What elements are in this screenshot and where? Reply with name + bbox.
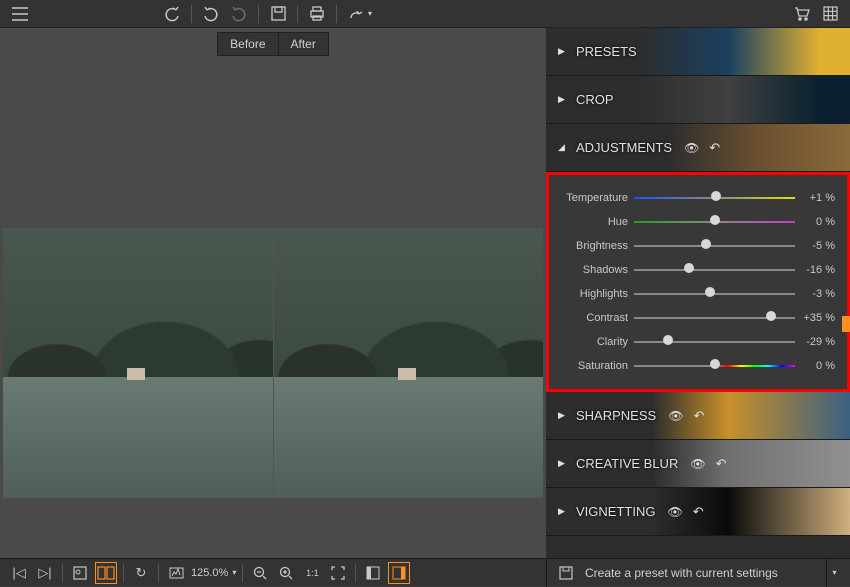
slider-row-contrast: Contrast +35 % (549, 307, 839, 329)
slider-highlights[interactable] (634, 289, 795, 299)
slider-shadows[interactable] (634, 265, 795, 275)
slider-clarity[interactable] (634, 337, 795, 347)
bottom-toolbar: |◁ ▷| ↻ 125.0% ▾ 1:1 (0, 562, 546, 584)
panel-right-icon[interactable] (388, 562, 410, 584)
compare-view-icon[interactable] (95, 562, 117, 584)
after-image (273, 228, 543, 498)
before-image (3, 228, 273, 498)
slider-label: Temperature (549, 192, 634, 204)
slider-label: Brightness (549, 240, 634, 252)
undo-icon[interactable] (160, 2, 184, 26)
panel-presets[interactable]: ▶ PRESETS (546, 28, 850, 76)
slider-label: Highlights (549, 288, 634, 300)
zoom-value: 125.0% (191, 567, 228, 579)
create-preset-label[interactable]: Create a preset with current settings (585, 566, 778, 580)
eye-icon[interactable]: 👁 (684, 141, 699, 155)
redo-step-icon[interactable] (227, 2, 251, 26)
slider-value: -5 % (795, 240, 839, 252)
chevron-right-icon: ▶ (558, 94, 568, 105)
share-icon[interactable] (344, 2, 368, 26)
tab-after[interactable]: After (278, 32, 329, 56)
preview-pane: Before After (0, 28, 546, 558)
slider-row-brightness: Brightness -5 % (549, 235, 839, 257)
side-panel: ▶ PRESETS ▶ CROP ◢ ADJUSTMENTS 👁 ↶ Tempe… (546, 28, 850, 558)
separator (158, 564, 159, 582)
single-view-icon[interactable] (69, 562, 91, 584)
grid-icon[interactable] (818, 2, 842, 26)
slider-label: Clarity (549, 336, 634, 348)
redo-icon[interactable] (199, 2, 223, 26)
panel-creative-blur[interactable]: ▶ CREATIVE BLUR 👁 ↶ (546, 440, 850, 488)
slider-label: Saturation (549, 360, 634, 372)
separator (258, 5, 259, 23)
slider-value: 0 % (795, 360, 839, 372)
fit-1to1-icon[interactable]: 1:1 (301, 562, 323, 584)
zoom-out-icon[interactable] (249, 562, 271, 584)
slider-value: -3 % (795, 288, 839, 300)
panel-crop[interactable]: ▶ CROP (546, 76, 850, 124)
slider-value: 0 % (795, 216, 839, 228)
slider-temperature[interactable] (634, 193, 795, 203)
slider-label: Hue (549, 216, 634, 228)
last-icon[interactable]: ▷| (34, 562, 56, 584)
print-icon[interactable] (305, 2, 329, 26)
reset-icon[interactable]: ↶ (693, 408, 704, 424)
tab-before[interactable]: Before (217, 32, 277, 56)
slider-brightness[interactable] (634, 241, 795, 251)
reset-icon[interactable]: ↶ (693, 504, 704, 520)
separator (191, 5, 192, 23)
slider-row-highlights: Highlights -3 % (549, 283, 839, 305)
separator (123, 564, 124, 582)
slider-row-clarity: Clarity -29 % (549, 331, 839, 353)
expand-handle-icon[interactable] (842, 316, 850, 332)
menu-icon[interactable] (8, 2, 32, 26)
save-icon[interactable] (266, 2, 290, 26)
chevron-right-icon: ▶ (558, 46, 568, 57)
panel-left-icon[interactable] (362, 562, 384, 584)
slider-value: +35 % (795, 312, 839, 324)
chevron-right-icon: ▶ (558, 458, 568, 469)
panel-vignetting[interactable]: ▶ VIGNETTING 👁 ↶ (546, 488, 850, 536)
slider-value: -29 % (795, 336, 839, 348)
slider-row-saturation: Saturation 0 % (549, 355, 839, 377)
zoom-in-icon[interactable] (275, 562, 297, 584)
separator (336, 5, 337, 23)
adjustments-body: Temperature +1 % Hue 0 % Brightness -5 % Shado… (546, 172, 850, 392)
panel-sharpness[interactable]: ▶ SHARPNESS 👁 ↶ (546, 392, 850, 440)
separator (62, 564, 63, 582)
slider-contrast[interactable] (634, 313, 795, 323)
separator (355, 564, 356, 582)
chevron-right-icon: ▶ (558, 506, 568, 517)
histogram-icon[interactable] (165, 562, 187, 584)
eye-icon[interactable]: 👁 (667, 505, 682, 519)
chevron-down-icon: ◢ (558, 142, 568, 153)
save-preset-icon[interactable] (555, 562, 577, 584)
separator (297, 5, 298, 23)
slider-saturation[interactable] (634, 361, 795, 371)
slider-row-shadows: Shadows -16 % (549, 259, 839, 281)
dropdown-icon[interactable]: ▾ (826, 559, 842, 587)
reset-icon[interactable]: ↶ (716, 456, 727, 472)
slider-label: Shadows (549, 264, 634, 276)
slider-value: +1 % (795, 192, 839, 204)
cart-icon[interactable] (790, 2, 814, 26)
slider-label: Contrast (549, 312, 634, 324)
reset-icon[interactable]: ↶ (709, 140, 720, 156)
first-icon[interactable]: |◁ (8, 562, 30, 584)
eye-icon[interactable]: 👁 (690, 457, 705, 471)
top-toolbar: ▾ (0, 0, 850, 28)
slider-hue[interactable] (634, 217, 795, 227)
chevron-right-icon: ▶ (558, 410, 568, 421)
fit-screen-icon[interactable] (327, 562, 349, 584)
slider-value: -16 % (795, 264, 839, 276)
separator (242, 564, 243, 582)
rotate-icon[interactable]: ↻ (130, 562, 152, 584)
slider-row-temperature: Temperature +1 % (549, 187, 839, 209)
slider-row-hue: Hue 0 % (549, 211, 839, 233)
eye-icon[interactable]: 👁 (668, 409, 683, 423)
panel-adjustments[interactable]: ◢ ADJUSTMENTS 👁 ↶ (546, 124, 850, 172)
